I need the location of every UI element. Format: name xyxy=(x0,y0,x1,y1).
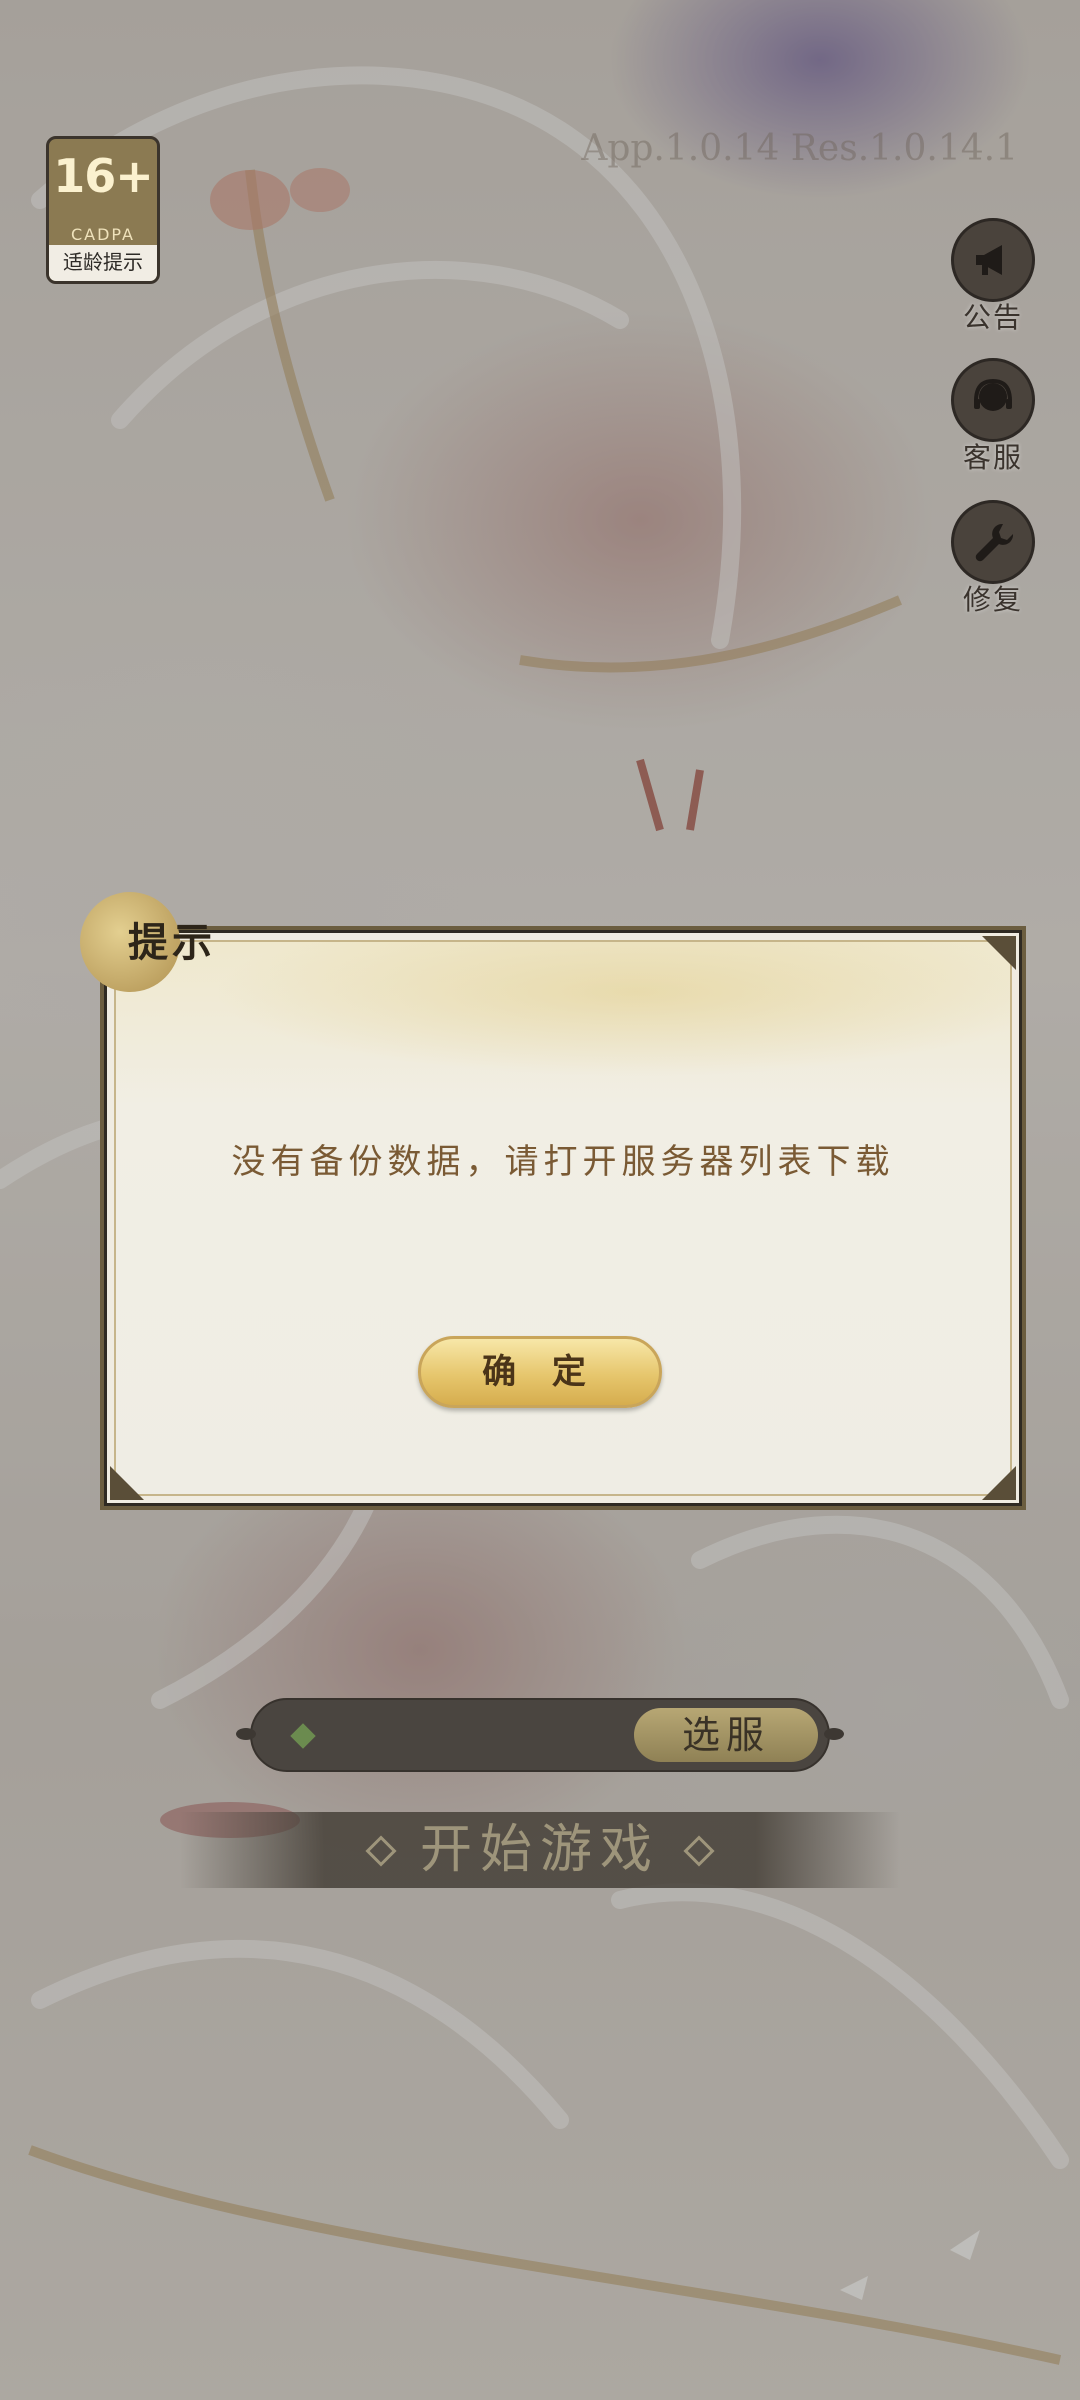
repair-label: 修复 xyxy=(962,583,1023,616)
age-rating-org: CADPA xyxy=(70,225,135,244)
version-text: App.1.0.14 Res.1.0.14.1 xyxy=(581,128,1018,169)
server-bar-cap-left xyxy=(236,1728,256,1740)
start-game-label: 开始游戏 xyxy=(419,1820,660,1880)
customer-service-label: 客服 xyxy=(962,441,1023,474)
wrench-icon xyxy=(951,500,1035,584)
select-server-button[interactable]: 选服 xyxy=(634,1708,818,1762)
customer-service-button[interactable]: 客服 xyxy=(948,358,1038,476)
dialog-title: 提示 xyxy=(128,919,216,966)
server-bar-cap-right xyxy=(824,1728,844,1740)
server-status-icon xyxy=(290,1723,316,1749)
age-rating-tip: 适龄提示 xyxy=(49,245,157,281)
age-rating-badge: 16+ CADPA 适龄提示 xyxy=(46,136,160,284)
repair-button[interactable]: 修复 xyxy=(948,500,1038,618)
announcement-button[interactable]: 公告 xyxy=(948,218,1038,336)
dialog-message: 没有备份数据，请打开服务器列表下载 xyxy=(231,1142,895,1182)
start-game-button[interactable]: 开始游戏 xyxy=(180,1812,900,1888)
dialog-title-badge: 提示 xyxy=(80,892,230,992)
server-bar: 选服 xyxy=(236,1698,844,1772)
dialog-panel xyxy=(114,940,1012,1496)
confirm-button[interactable]: 确 定 xyxy=(418,1336,662,1408)
tip-dialog xyxy=(100,926,1026,1510)
announcement-label: 公告 xyxy=(962,301,1023,334)
age-rating-number: 16+ xyxy=(53,149,154,203)
customer-service-icon xyxy=(951,358,1035,442)
megaphone-icon xyxy=(951,218,1035,302)
